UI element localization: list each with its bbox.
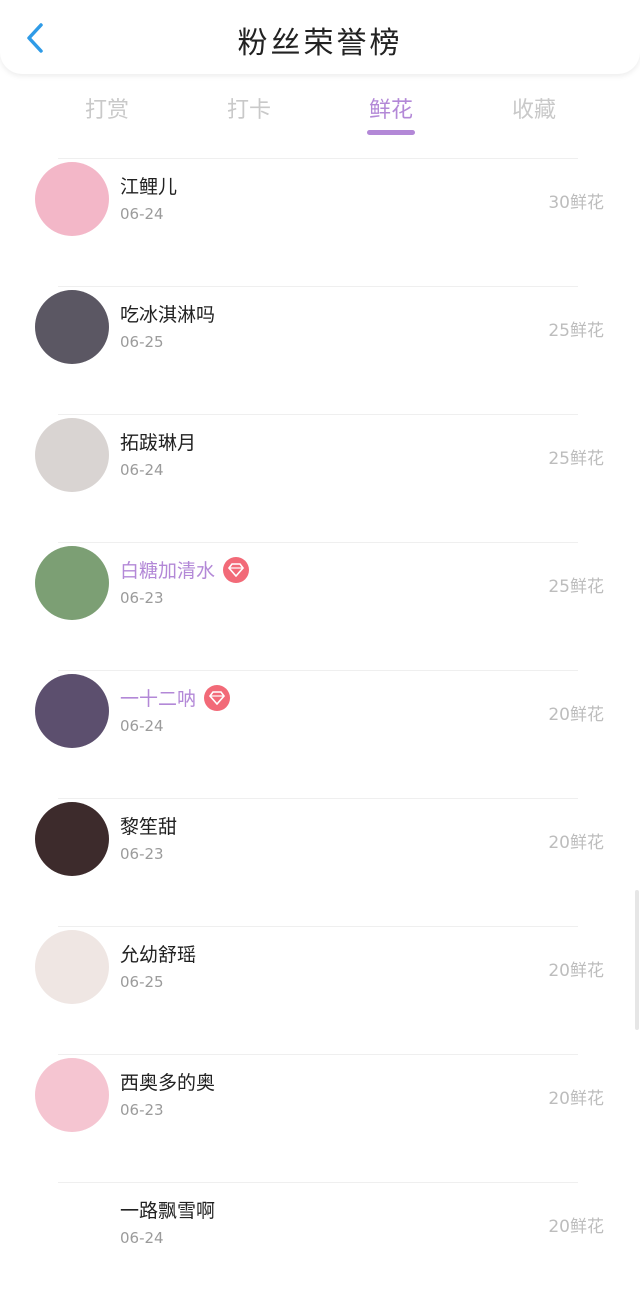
- list-item[interactable]: 允幼舒瑶 06-25 20鲜花: [0, 926, 640, 1054]
- divider: [58, 670, 578, 671]
- date: 06-23: [120, 1101, 164, 1119]
- user-name: 允幼舒瑶: [120, 940, 196, 967]
- avatar[interactable]: [35, 290, 109, 364]
- list-item[interactable]: 西奥多的奥 06-23 20鲜花: [0, 1054, 640, 1182]
- user-name: 江鲤儿: [120, 172, 177, 199]
- divider: [58, 926, 578, 927]
- flower-count: 20鲜花: [548, 1217, 604, 1237]
- avatar[interactable]: [35, 1058, 109, 1132]
- user-name-text: 黎笙甜: [120, 816, 178, 838]
- user-name-text: 吃冰淇淋吗: [120, 304, 216, 326]
- avatar[interactable]: [35, 162, 109, 236]
- list-item[interactable]: 吃冰淇淋吗 06-25 25鲜花: [0, 286, 640, 414]
- tab-favorites[interactable]: 收藏: [484, 92, 584, 124]
- avatar[interactable]: [35, 546, 109, 620]
- user-name-text: 一十二呐: [120, 688, 197, 710]
- flower-count: 20鲜花: [548, 961, 604, 981]
- user-name-text: 西奥多的奥: [120, 1072, 216, 1094]
- user-name-text: 允幼舒瑶: [120, 944, 197, 966]
- date: 06-25: [120, 973, 164, 991]
- date: 06-23: [120, 589, 164, 607]
- user-name: 白糖加清水: [120, 556, 250, 583]
- tab-bar: 打赏 打卡 鲜花 收藏: [0, 82, 640, 142]
- tab-tips[interactable]: 打赏: [57, 92, 157, 124]
- active-tab-indicator: [367, 130, 415, 135]
- user-name-text: 拓跋琳月: [120, 432, 197, 454]
- divider: [58, 1182, 578, 1183]
- avatar[interactable]: [35, 418, 109, 492]
- user-name-text: 白糖加清水: [120, 560, 216, 582]
- user-name: 一十二呐: [120, 684, 231, 711]
- list-item[interactable]: 拓跋琳月 06-24 25鲜花: [0, 414, 640, 542]
- divider: [58, 158, 578, 159]
- avatar[interactable]: [35, 930, 109, 1004]
- date: 06-24: [120, 717, 164, 735]
- user-name: 黎笙甜: [120, 812, 177, 839]
- date: 06-24: [120, 1229, 164, 1247]
- flower-count: 30鲜花: [548, 193, 604, 213]
- flower-count: 20鲜花: [548, 1089, 604, 1109]
- tab-checkin[interactable]: 打卡: [199, 92, 299, 124]
- flower-count: 25鲜花: [548, 321, 604, 341]
- divider: [58, 414, 578, 415]
- list-item[interactable]: 黎笙甜 06-23 20鲜花: [0, 798, 640, 926]
- list-item[interactable]: 一路飘雪啊 06-24 20鲜花: [0, 1182, 640, 1310]
- list-item[interactable]: 一十二呐 06-24 20鲜花: [0, 670, 640, 798]
- avatar[interactable]: [35, 802, 109, 876]
- flower-count: 20鲜花: [548, 705, 604, 725]
- avatar[interactable]: [35, 1186, 109, 1260]
- date: 06-24: [120, 205, 164, 223]
- header: 粉丝荣誉榜: [0, 0, 640, 74]
- date: 06-23: [120, 845, 164, 863]
- diamond-icon: [223, 556, 250, 583]
- divider: [58, 798, 578, 799]
- date: 06-24: [120, 461, 164, 479]
- user-name-text: 一路飘雪啊: [120, 1200, 216, 1222]
- divider: [58, 286, 578, 287]
- tab-flowers[interactable]: 鲜花: [341, 92, 441, 124]
- user-name: 拓跋琳月: [120, 428, 196, 455]
- user-name: 西奥多的奥: [120, 1068, 215, 1095]
- date: 06-25: [120, 333, 164, 351]
- user-name: 一路飘雪啊: [120, 1196, 215, 1223]
- list-item[interactable]: 白糖加清水 06-23 25鲜花: [0, 542, 640, 670]
- user-name: 吃冰淇淋吗: [120, 300, 215, 327]
- diamond-icon: [204, 684, 231, 711]
- user-name-text: 江鲤儿: [120, 176, 178, 198]
- flower-count: 25鲜花: [548, 449, 604, 469]
- scrollbar[interactable]: [635, 890, 639, 1030]
- flower-count: 20鲜花: [548, 833, 604, 853]
- ranking-list: 江鲤儿 06-24 30鲜花 吃冰淇淋吗 06-25 25鲜花 拓跋琳月 06-…: [0, 158, 640, 1310]
- divider: [58, 542, 578, 543]
- avatar[interactable]: [35, 674, 109, 748]
- divider: [58, 1054, 578, 1055]
- page-title: 粉丝荣誉榜: [237, 26, 403, 61]
- flower-count: 25鲜花: [548, 577, 604, 597]
- list-item[interactable]: 江鲤儿 06-24 30鲜花: [0, 158, 640, 286]
